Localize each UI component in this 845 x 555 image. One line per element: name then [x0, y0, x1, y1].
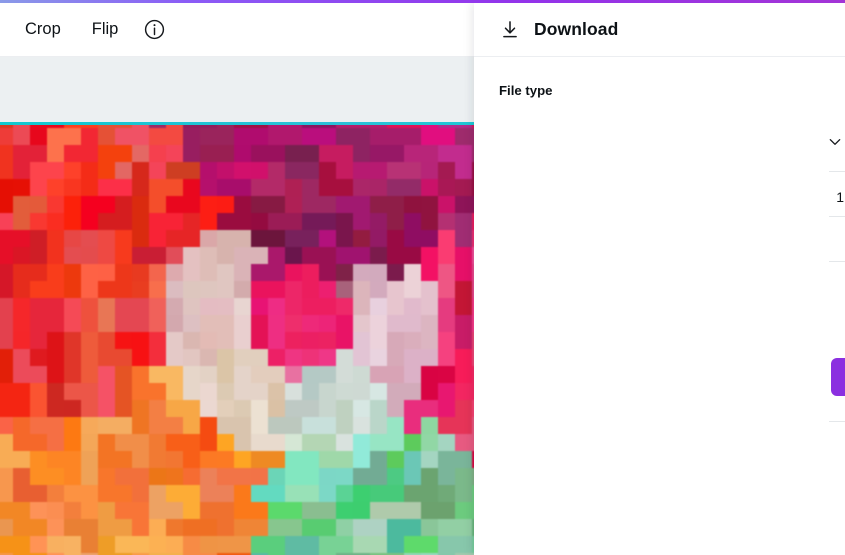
obscured-controls-column: 1 — [821, 111, 845, 551]
flip-button[interactable]: Flip — [81, 14, 130, 45]
chevron-down-icon[interactable] — [827, 134, 843, 150]
size-value: 1 — [836, 189, 844, 205]
app-root: Crop Flip Download File type 1 — [0, 0, 845, 555]
file-type-section-label: File type — [499, 83, 553, 98]
download-submit-button[interactable] — [831, 358, 845, 396]
download-panel-title: Download — [534, 19, 619, 39]
download-icon — [499, 19, 521, 41]
download-panel-header: Download — [474, 3, 845, 57]
divider — [829, 171, 845, 172]
crop-button[interactable]: Crop — [14, 14, 72, 45]
divider — [829, 421, 845, 422]
download-panel: Download File type 1 PNG SUGGESTED — [474, 3, 845, 555]
divider — [829, 216, 845, 217]
info-circle-icon[interactable] — [142, 17, 167, 42]
divider — [829, 261, 845, 262]
top-accent-bar — [0, 0, 845, 3]
